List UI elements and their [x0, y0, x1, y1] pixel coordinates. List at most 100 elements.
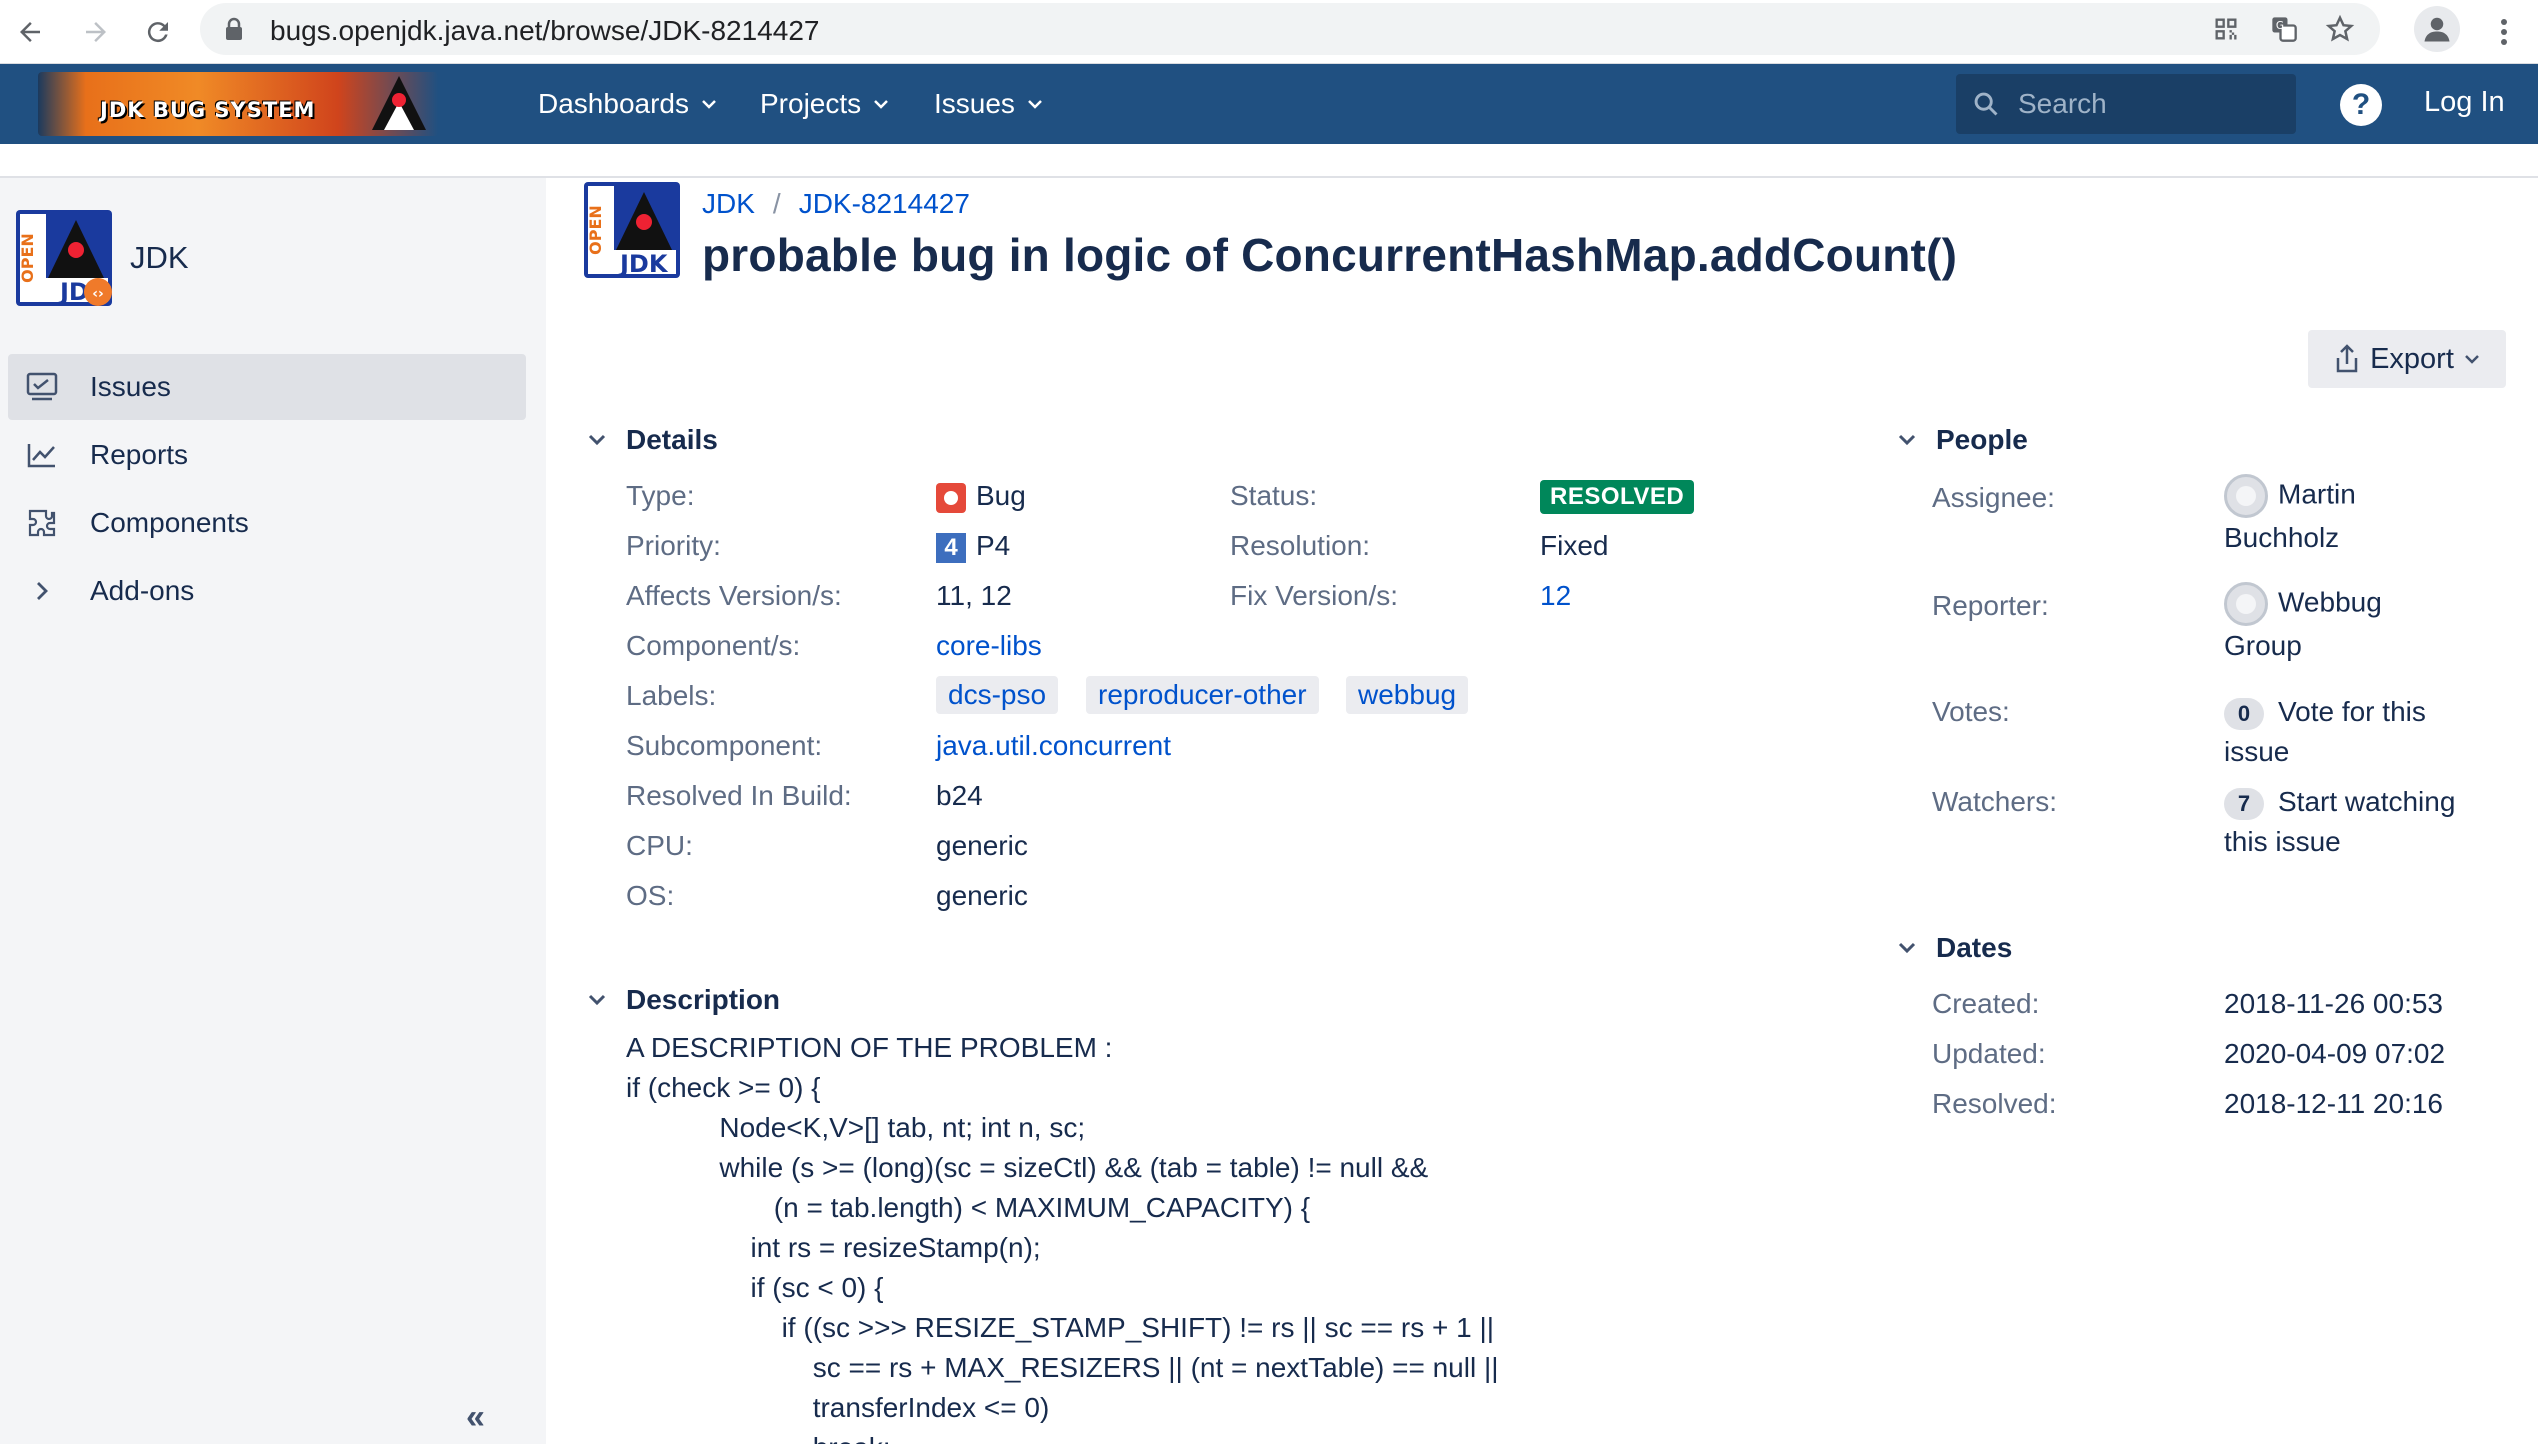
chevron-down-icon	[1894, 427, 1920, 453]
sidebar-item-components[interactable]: Components	[8, 490, 526, 556]
assignee-value[interactable]: Martin Buchholz	[2224, 474, 2356, 558]
chevron-down-icon	[1028, 100, 1042, 109]
component-link[interactable]: core-libs	[936, 630, 1042, 662]
votes-count-badge: 0	[2224, 697, 2264, 730]
browser-menu-icon[interactable]	[2484, 8, 2524, 56]
search-icon	[1974, 92, 1998, 116]
sidebar-item-label: Issues	[90, 371, 171, 402]
dates-toggle[interactable]: Dates	[1894, 932, 2012, 964]
watchers-label: Watchers:	[1932, 786, 2057, 817]
watch-link[interactable]: 7 Start watching this issue	[2224, 782, 2455, 862]
sidebar-item-label: Add-ons	[90, 575, 195, 606]
chevron-down-icon	[1894, 935, 1920, 961]
priority-p4-icon: 4	[936, 532, 966, 563]
nav-projects[interactable]: Projects	[760, 64, 889, 144]
os-label: OS:	[626, 880, 675, 911]
reporter-value[interactable]: Webbug Group	[2224, 582, 2382, 666]
lock-icon	[226, 17, 242, 40]
cpu-label: CPU:	[626, 830, 693, 861]
user-avatar	[2224, 474, 2268, 518]
bug-icon	[936, 482, 966, 513]
address-bar[interactable]: bugs.openjdk.java.net/browse/JDK-8214427…	[200, 3, 2380, 55]
affects-version-value: 11, 12	[936, 580, 1012, 611]
issue-key-link[interactable]: JDK-8214427	[799, 188, 970, 220]
search-input[interactable]	[2018, 84, 2278, 124]
translate-icon[interactable]: G	[2266, 13, 2302, 45]
labels-label: Labels:	[626, 680, 717, 711]
created-value: 2018-11-26 00:53	[2224, 988, 2443, 1019]
nav-dashboards[interactable]: Dashboards	[538, 64, 717, 144]
reload-button[interactable]	[134, 8, 182, 56]
label-chip[interactable]: dcs-pso	[936, 676, 1059, 714]
collapse-sidebar-button[interactable]: «	[466, 1398, 485, 1437]
sidebar-item-issues[interactable]: Issues	[8, 354, 526, 420]
duke-mascot-icon	[372, 76, 426, 130]
chevron-right-icon	[22, 580, 62, 602]
project-sidebar: OPEN JD ‹› JDK Issues Reports Components…	[0, 178, 546, 1444]
svg-text:G: G	[2276, 20, 2284, 32]
back-arrow-icon	[20, 22, 40, 42]
sidebar-item-label: Components	[90, 507, 249, 538]
vote-link[interactable]: 0 Vote for this issue	[2224, 692, 2426, 772]
user-avatar	[2224, 582, 2268, 626]
issue-view: OPEN JDK JDK / JDK-8214427 probable bug …	[546, 178, 2538, 1444]
type-value: Bug	[936, 480, 1026, 513]
back-button[interactable]	[6, 8, 54, 56]
app-header: JDK BUG SYSTEM Dashboards Projects Issue…	[0, 64, 2538, 144]
fix-version-link[interactable]: 12	[1540, 580, 1571, 612]
breadcrumb-separator: /	[772, 188, 781, 219]
description-body: A DESCRIPTION OF THE PROBLEM : if (check…	[626, 1032, 1499, 1444]
resolved-build-label: Resolved In Build:	[626, 780, 852, 811]
resolved-value: 2018-12-11 20:16	[2224, 1088, 2443, 1119]
project-avatar[interactable]: OPEN JD ‹›	[16, 210, 112, 306]
component-label: Component/s:	[626, 630, 801, 661]
forward-arrow-icon	[86, 22, 106, 42]
help-icon[interactable]: ?	[2340, 84, 2382, 126]
subcomponent-link[interactable]: java.util.concurrent	[936, 730, 1171, 762]
sidebar-item-reports[interactable]: Reports	[8, 422, 526, 488]
jdk-bug-system-logo[interactable]: JDK BUG SYSTEM	[38, 72, 438, 136]
export-button[interactable]: Export	[2308, 330, 2506, 388]
svg-text:OPEN: OPEN	[586, 205, 605, 255]
fix-version-label: Fix Version/s:	[1230, 580, 1399, 611]
resolved-build-value: b24	[936, 780, 983, 811]
status-label: Status:	[1230, 480, 1318, 511]
people-toggle[interactable]: People	[1894, 424, 2028, 456]
details-toggle[interactable]: Details	[584, 424, 718, 456]
description-toggle[interactable]: Description	[584, 984, 780, 1016]
cpu-value: generic	[936, 830, 1028, 861]
label-chip[interactable]: reproducer-other	[1086, 676, 1319, 714]
project-avatar[interactable]: OPEN JDK	[584, 182, 680, 278]
svg-text:JDK: JDK	[618, 250, 669, 278]
resolved-label: Resolved:	[1932, 1088, 2057, 1119]
type-label: Type:	[626, 480, 695, 511]
updated-value: 2020-04-09 07:02	[2224, 1038, 2446, 1069]
project-name[interactable]: JDK	[130, 240, 189, 276]
forward-button[interactable]	[72, 8, 120, 56]
sidebar-item-add-ons[interactable]: Add-ons	[8, 558, 526, 624]
url-text: bugs.openjdk.java.net/browse/JDK-8214427	[270, 15, 820, 46]
bookmark-star-icon[interactable]	[2322, 13, 2358, 45]
resolution-label: Resolution:	[1230, 530, 1371, 561]
chevron-down-icon	[584, 987, 610, 1013]
breadcrumb-project-link[interactable]: JDK	[702, 188, 755, 220]
login-link[interactable]: Log In	[2424, 86, 2505, 119]
sidebar-item-label: Reports	[90, 439, 189, 470]
chevron-down-icon	[2465, 355, 2479, 364]
label-chip[interactable]: webbug	[1346, 676, 1469, 714]
watchers-count-badge: 7	[2224, 787, 2264, 820]
created-label: Created:	[1932, 988, 2040, 1019]
qr-code-icon[interactable]	[2208, 13, 2244, 45]
assignee-label: Assignee:	[1932, 482, 2055, 513]
resolution-value: Fixed	[1540, 530, 1609, 561]
breadcrumb: JDK / JDK-8214427	[702, 188, 970, 220]
affects-version-label: Affects Version/s:	[626, 580, 842, 611]
issue-summary[interactable]: probable bug in logic of ConcurrentHashM…	[702, 228, 1957, 282]
profile-avatar-icon[interactable]	[2414, 6, 2460, 52]
nav-issues[interactable]: Issues	[934, 64, 1043, 144]
chevron-down-icon	[584, 427, 610, 453]
svg-text:‹›: ‹›	[92, 286, 104, 302]
priority-label: Priority:	[626, 530, 721, 561]
svg-text:OPEN: OPEN	[18, 233, 37, 283]
quick-search	[1956, 74, 2296, 134]
